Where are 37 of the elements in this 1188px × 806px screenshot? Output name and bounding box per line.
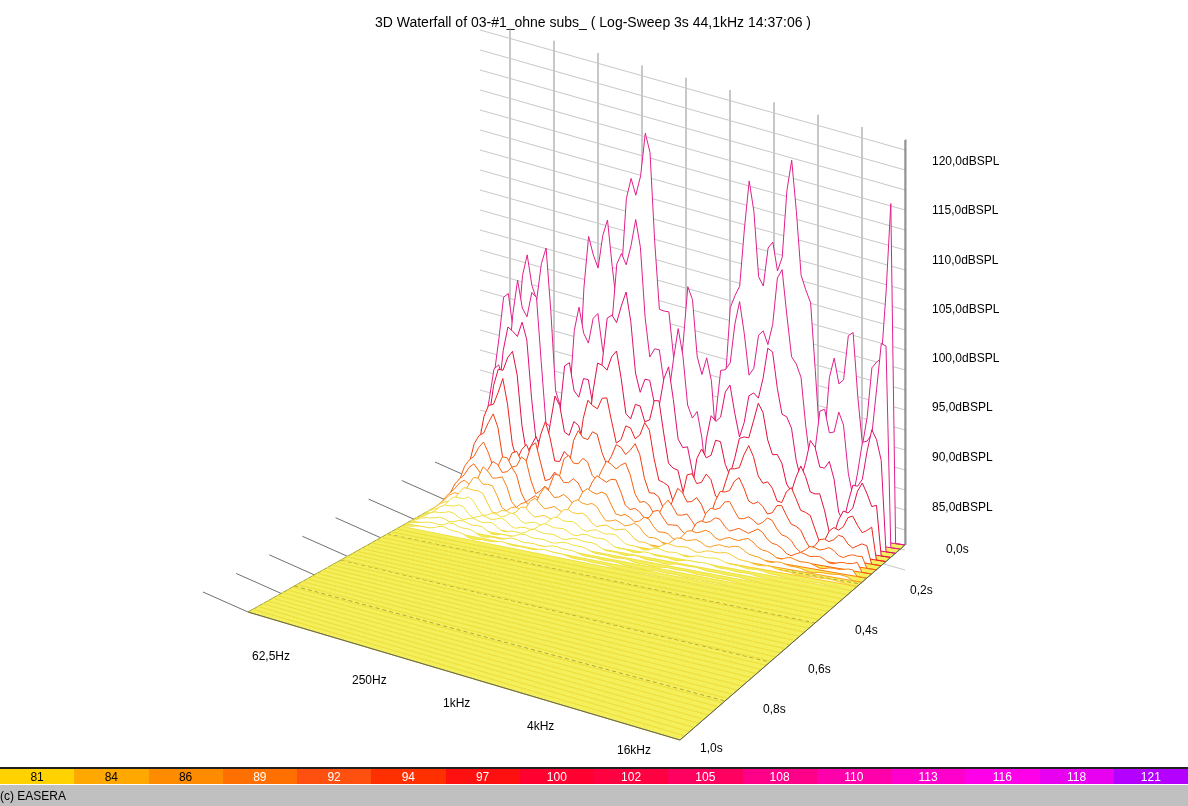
frequency-axis-label: 250Hz bbox=[352, 673, 387, 687]
time-axis-label: 0,0s bbox=[946, 542, 969, 556]
color-scale-segment: 86 bbox=[148, 769, 223, 784]
frequency-axis-label: 1kHz bbox=[443, 696, 471, 710]
time-axis-label: 0,2s bbox=[910, 583, 933, 597]
status-bar-text: (c) EASERA bbox=[0, 787, 66, 805]
frequency-axis-label: 16kHz bbox=[617, 743, 651, 757]
time-axis-label: 0,6s bbox=[808, 662, 831, 676]
color-scale-segment: 94 bbox=[371, 769, 446, 784]
level-axis-label: 90,0dBSPL bbox=[932, 450, 993, 464]
level-axis-label: 100,0dBSPL bbox=[932, 351, 1000, 365]
color-scale-segment: 108 bbox=[742, 769, 817, 784]
frequency-axis-label: 4kHz bbox=[527, 719, 555, 733]
level-axis-label: 95,0dBSPL bbox=[932, 400, 993, 414]
level-axis-label: 105,0dBSPL bbox=[932, 302, 1000, 316]
level-axis-label: 110,0dBSPL bbox=[932, 253, 999, 267]
level-axis-label: 85,0dBSPL bbox=[932, 500, 993, 514]
time-axis-label: 0,8s bbox=[763, 702, 786, 716]
color-scale-segment: 118 bbox=[1039, 769, 1114, 784]
color-scale-segment: 121 bbox=[1113, 769, 1188, 784]
color-scale-segment: 97 bbox=[445, 769, 520, 784]
frequency-axis-label: 62,5Hz bbox=[252, 649, 291, 663]
color-scale-segment: 89 bbox=[222, 769, 297, 784]
color-scale-segment: 105 bbox=[668, 769, 743, 784]
color-scale-segment: 84 bbox=[74, 769, 149, 784]
color-scale-segment: 102 bbox=[594, 769, 669, 784]
color-scale-segment: 100 bbox=[519, 769, 594, 784]
color-scale-segment: 116 bbox=[965, 769, 1040, 784]
color-scale-segment: 113 bbox=[891, 769, 966, 784]
time-axis-label: 0,4s bbox=[855, 623, 878, 637]
color-scale-segment: 110 bbox=[816, 769, 891, 784]
color-scale-segment: 92 bbox=[297, 769, 372, 784]
color-scale-segment: 81 bbox=[0, 769, 75, 784]
level-axis-label: 120,0dBSPL bbox=[932, 154, 1000, 168]
chart-title: 3D Waterfall of 03-#1_ohne subs_ ( Log-Sweep 3s 44,1kHz 14:37:06 ) bbox=[374, 14, 812, 30]
level-axis-label: 115,0dBSPL bbox=[932, 203, 999, 217]
time-axis-label: 1,0s bbox=[700, 741, 723, 755]
